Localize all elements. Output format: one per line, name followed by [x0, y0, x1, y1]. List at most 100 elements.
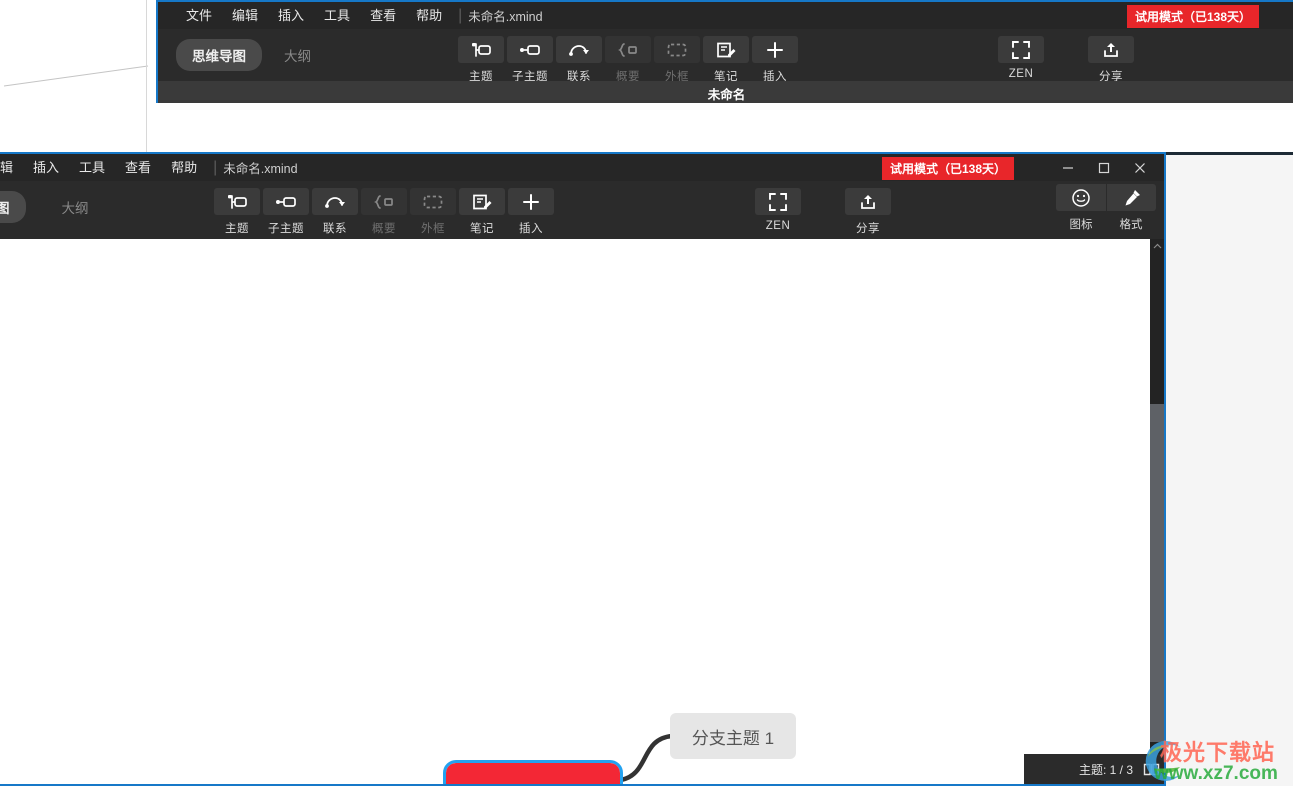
menu-item-file[interactable]: 文件 [176, 2, 222, 29]
share-upload-icon [845, 188, 891, 215]
tool-boundary-front[interactable]: 外框 [410, 185, 456, 236]
menu-bar-front: 辑 插入 工具 查看 帮助 | 未命名.xmind 试用模式（已138天） [0, 154, 1164, 181]
boundary-icon [654, 36, 700, 63]
trial-badge-back: 试用模式（已138天） [1126, 5, 1259, 28]
topic-icon [214, 188, 260, 215]
vertical-scrollbar[interactable] [1150, 239, 1164, 784]
share-upload-icon [1088, 36, 1134, 63]
tool-relationship-label-front: 联系 [323, 223, 347, 235]
relationship-icon [312, 188, 358, 215]
branch-node-1-label: 分支主题 1 [691, 728, 775, 748]
status-bar: 主题: 1 / 3 [1024, 754, 1164, 784]
tab-mindmap-back[interactable]: 思维导图 [176, 39, 262, 71]
menu-item-view-front[interactable]: 查看 [115, 154, 161, 181]
tool-boundary-back[interactable]: 外框 [654, 33, 700, 84]
subtopic-icon [507, 36, 553, 63]
tool-zen-front[interactable]: ZEN [755, 185, 801, 232]
note-icon [459, 188, 505, 215]
menu-item-help[interactable]: 帮助 [406, 2, 452, 29]
background-diagonal-line [3, 65, 149, 87]
menu-separator: | [458, 6, 463, 24]
chevron-up-icon[interactable] [1150, 239, 1164, 253]
minimize-button[interactable] [1050, 154, 1086, 181]
tool-subtopic-label-front: 子主题 [268, 223, 304, 235]
brush-icon [1106, 184, 1156, 211]
tool-note-label-front: 笔记 [470, 223, 494, 235]
tool-note-back[interactable]: 笔记 [703, 33, 749, 84]
view-tabs-back: 思维导图 大纲 [158, 29, 333, 71]
menu-item-tools-front[interactable]: 工具 [69, 154, 115, 181]
menu-item-edit[interactable]: 编辑 [222, 2, 268, 29]
tab-outline-front[interactable]: 大纲 [46, 191, 105, 223]
plus-icon [752, 36, 798, 63]
close-button[interactable] [1122, 154, 1158, 181]
tool-summary-back[interactable]: 概要 [605, 33, 651, 84]
tool-insert-front[interactable]: 插入 [508, 185, 554, 236]
menu-item-insert[interactable]: 插入 [268, 2, 314, 29]
tool-subtopic-back[interactable]: 子主题 [507, 33, 553, 84]
fullscreen-icon [755, 188, 801, 215]
fullscreen-icon [998, 36, 1044, 63]
tool-group-back: 主题 子主题 联系 概要 外框 笔记 插入 [458, 33, 798, 84]
view-tabs-front: 图 大纲 [0, 181, 111, 223]
summary-icon [361, 188, 407, 215]
tool-icons-panel-label: 图标 [1069, 219, 1093, 231]
tool-zen-label-front: ZEN [765, 220, 791, 232]
outline-view-icon[interactable] [1143, 762, 1160, 777]
mindmap-canvas[interactable]: 分支主题 1 分支主题 2 中心主题 [0, 239, 1152, 785]
tool-share-front[interactable]: 分享 [845, 185, 891, 236]
menu-item-view[interactable]: 查看 [360, 2, 406, 29]
scrollbar-track-upper[interactable] [1150, 239, 1164, 404]
tool-insert-label-front: 插入 [519, 223, 543, 235]
tool-group-right-front: ZEN 分享 [755, 185, 891, 236]
toolbar-front: 图 大纲 主题 子主题 联系 [0, 181, 1164, 237]
tool-insert-back[interactable]: 插入 [752, 33, 798, 84]
xmind-window-back[interactable]: 文件 编辑 插入 工具 查看 帮助 | 未命名.xmind 思维导图 大纲 主题… [156, 0, 1293, 103]
document-filename-back: 未命名.xmind [468, 10, 543, 24]
tool-boundary-label-front: 外框 [421, 223, 445, 235]
topic-count-label: 主题: 1 / 3 [1078, 762, 1133, 777]
tool-note-front[interactable]: 笔记 [459, 185, 505, 236]
toolbar-back: 思维导图 大纲 主题 子主题 联系 概要 外框 笔记 插入 ZEN 分享 试用模… [158, 5, 1293, 85]
mindmap-connectors [618, 733, 675, 783]
tool-topic-front[interactable]: 主题 [214, 185, 260, 236]
tool-zen-back[interactable]: ZEN [998, 33, 1044, 80]
xmind-window-front[interactable]: 辑 插入 工具 查看 帮助 | 未命名.xmind 试用模式（已138天） 图 … [0, 152, 1166, 786]
tool-icons-panel[interactable]: 图标 [1056, 184, 1106, 232]
tool-subtopic-front[interactable]: 子主题 [263, 185, 309, 236]
maximize-button[interactable] [1086, 154, 1122, 181]
plus-icon [508, 188, 554, 215]
tool-topic-back[interactable]: 主题 [458, 33, 504, 84]
tab-mindmap-front[interactable]: 图 [0, 191, 26, 223]
mindmap-central-node[interactable]: 中心主题 [443, 760, 623, 785]
relationship-icon [556, 36, 602, 63]
subtopic-icon [263, 188, 309, 215]
tool-format-panel-label: 格式 [1119, 219, 1143, 231]
tool-zen-label-back: ZEN [1008, 68, 1034, 80]
tool-relationship-front[interactable]: 联系 [312, 185, 358, 236]
tool-group-front: 主题 子主题 联系 概要 外框 笔记 插入 [214, 185, 554, 236]
topic-icon [458, 36, 504, 63]
tab-outline-back[interactable]: 大纲 [268, 39, 327, 71]
tool-relationship-back[interactable]: 联系 [556, 33, 602, 84]
trial-badge-front: 试用模式（已138天） [881, 157, 1014, 180]
menu-separator-front: | [213, 158, 218, 176]
menu-item-insert-front[interactable]: 插入 [23, 154, 69, 181]
boundary-icon [410, 188, 456, 215]
tool-format-panel[interactable]: 格式 [1106, 184, 1156, 232]
document-title-bar-back: 未命名 [158, 81, 1293, 103]
tool-summary-label-front: 概要 [372, 223, 396, 235]
mindmap-branch-node-1[interactable]: 分支主题 1 [670, 713, 796, 759]
tool-share-back[interactable]: 分享 [1088, 33, 1134, 84]
menu-item-help-front[interactable]: 帮助 [161, 154, 207, 181]
window-controls-front [1050, 154, 1158, 181]
scrollbar-thumb[interactable] [1150, 404, 1164, 742]
background-vertical-divider [146, 0, 147, 152]
summary-icon [605, 36, 651, 63]
tool-summary-front[interactable]: 概要 [361, 185, 407, 236]
panel-toggle-group: 图标 格式 [1056, 184, 1156, 232]
menu-item-tools[interactable]: 工具 [314, 2, 360, 29]
menu-item-edit-front[interactable]: 辑 [0, 154, 23, 181]
central-node-label: 中心主题 [479, 781, 587, 785]
tool-share-label-front: 分享 [856, 223, 880, 235]
